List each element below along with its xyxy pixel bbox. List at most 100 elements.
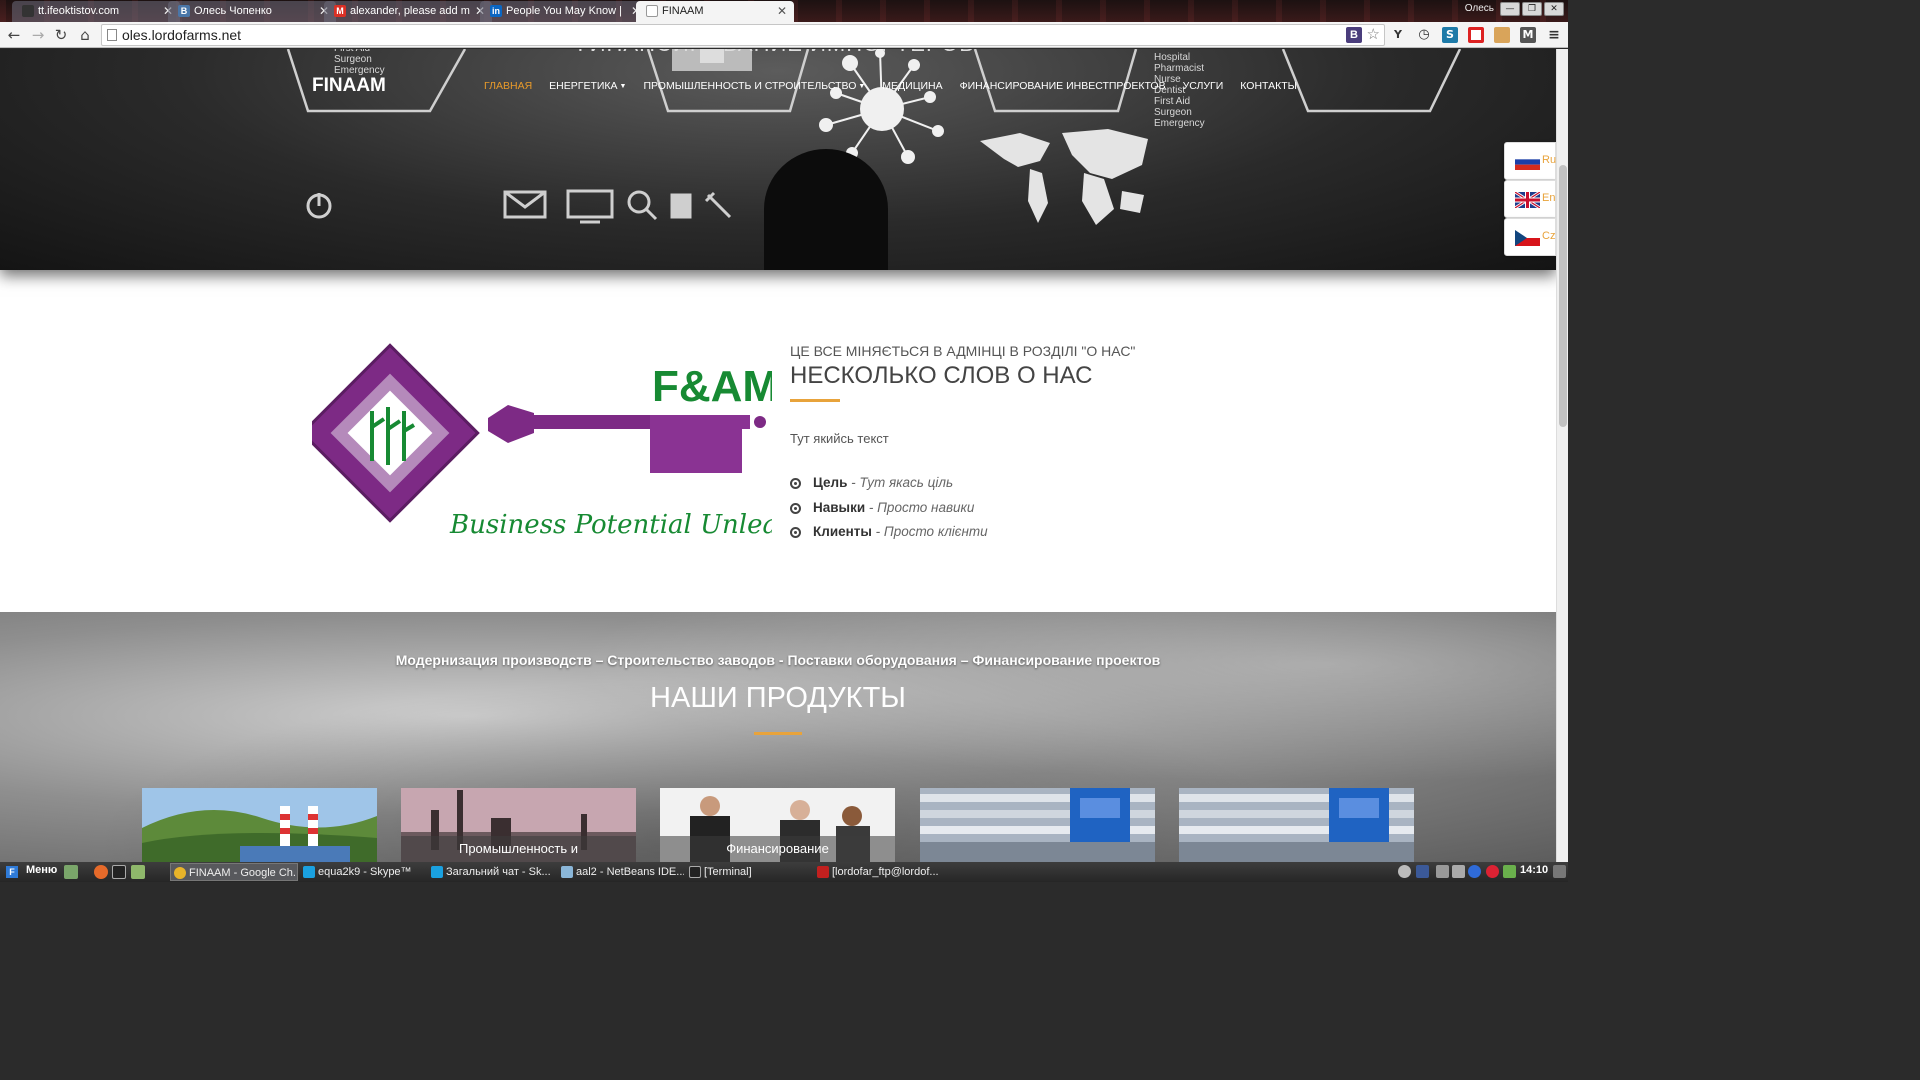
show-desktop-icon[interactable] [64, 865, 78, 879]
menu-item-medicine[interactable]: МЕДИЦИНА [882, 80, 942, 92]
site-icon [22, 5, 34, 17]
item-text: - Тут якась ціль [847, 475, 954, 490]
about-text: Тут якийсь текст [790, 431, 889, 446]
page-icon [107, 29, 117, 41]
keyboard-layout-flag-icon[interactable] [1416, 865, 1429, 878]
close-icon[interactable]: ✕ [777, 1, 787, 21]
bookmark-extension-icon[interactable]: B [1346, 27, 1362, 43]
browser-tab[interactable]: BОлесь Чопенко✕ [168, 1, 336, 22]
task-skype-chat[interactable]: Загальний чат - Sk... [428, 863, 556, 881]
start-menu-button[interactable]: F Меню [6, 864, 57, 878]
product-card[interactable] [1179, 788, 1414, 862]
tab-title: People You May Know | [506, 5, 622, 17]
forward-icon[interactable]: → [28, 25, 48, 45]
shield-icon[interactable] [1503, 865, 1516, 878]
task-label: [lordofar_ftp@lordof... [832, 866, 939, 878]
files-icon[interactable] [131, 865, 145, 879]
address-bar[interactable]: oles.lordofarms.net B ☆ [101, 24, 1385, 46]
yandex-icon[interactable]: Y [1390, 27, 1406, 43]
item-text: - Просто навики [865, 499, 975, 515]
network-icon[interactable] [1436, 865, 1449, 878]
skype-icon[interactable]: S [1442, 27, 1458, 43]
list-item: Клиенты - Просто клієнти [790, 524, 988, 549]
firefox-icon[interactable] [94, 865, 108, 879]
task-netbeans[interactable]: aal2 - NetBeans IDE... [558, 863, 684, 881]
task-label: FINAAM - Google Ch... [189, 867, 298, 879]
user-icon[interactable] [1398, 865, 1411, 878]
clock-icon[interactable]: ◷ [1416, 27, 1432, 43]
menu-label: КОНТАКТЫ [1240, 80, 1297, 92]
site-logo[interactable]: FINAAM [312, 75, 386, 97]
update-icon[interactable] [1486, 865, 1499, 878]
browser-tab[interactable]: tt.ifeoktistov.com✕ [12, 1, 180, 22]
terminal-icon[interactable] [112, 865, 126, 879]
bullet-icon [790, 527, 801, 538]
gmail-icon: M [334, 5, 346, 17]
home-icon[interactable]: ⌂ [75, 25, 95, 45]
vk-icon: B [178, 5, 190, 17]
volume-icon[interactable] [1452, 865, 1465, 878]
caret-down-icon: ▼ [619, 82, 627, 90]
language-cz[interactable]: Cze [1504, 218, 1556, 256]
factory-pipes-image [920, 788, 1155, 862]
restore-icon[interactable]: ❐ [1522, 2, 1542, 16]
menu-item-home[interactable]: ГЛАВНАЯ [484, 80, 532, 92]
hero-banner: ФИНАНСИРОВАНИЕ ИМПОРТЕРОВ First Aid Surg… [0, 49, 1556, 270]
close-window-icon[interactable]: ✕ [1544, 2, 1564, 16]
minimize-icon[interactable]: — [1500, 2, 1520, 16]
skype-icon [431, 866, 443, 878]
bullet-icon [790, 478, 801, 489]
task-terminal[interactable]: [Terminal] [686, 863, 812, 881]
menu-item-services[interactable]: УСЛУГИ [1183, 80, 1224, 92]
product-card[interactable]: Финансирование [660, 788, 895, 862]
menu-item-contacts[interactable]: КОНТАКТЫ [1240, 80, 1297, 92]
card-caption: Промышленность и [401, 836, 636, 862]
page-scrollbar[interactable] [1556, 49, 1568, 862]
page-icon [646, 5, 658, 17]
extension-icon[interactable] [1494, 27, 1510, 43]
back-icon[interactable]: ← [4, 25, 24, 45]
logo-tagline: Business Potential Unleashed [449, 510, 772, 538]
menu-icon[interactable]: ≡ [1546, 27, 1562, 43]
browser-tab-active[interactable]: FINAAM ✕ [636, 1, 794, 22]
power-plant-image [142, 788, 377, 862]
language-ru[interactable]: Rus [1504, 142, 1556, 180]
window-controls: — ❐ ✕ [1500, 2, 1564, 16]
task-filezilla[interactable]: [lordofar_ftp@lordof... [814, 863, 942, 881]
menu-item-energy[interactable]: ЕНЕРГЕТИКА ▼ [549, 80, 626, 92]
task-skype[interactable]: equa2k9 - Skype™ [300, 863, 428, 881]
menu-item-industry[interactable]: ПРОМЫШЛЕННОСТЬ И СТРОИТЕЛЬСТВО ▼ [643, 80, 865, 92]
os-taskbar: F Меню FINAAM - Google Ch... equa2k9 - Sk… [0, 862, 1568, 882]
browser-tab-strip: tt.ifeoktistov.com✕ BОлесь Чопенко✕ Male… [0, 0, 1568, 22]
menu-label: ПРОМЫШЛЕННОСТЬ И СТРОИТЕЛЬСТВО [643, 80, 857, 92]
product-card[interactable] [920, 788, 1155, 862]
product-card[interactable] [142, 788, 377, 862]
tab-title: Олесь Чопенко [194, 5, 272, 17]
mailbox-icon[interactable]: M [1520, 27, 1536, 43]
hero-decor-text: First Aid Surgeon Emergency [334, 49, 385, 76]
notification-icon[interactable] [1553, 865, 1566, 878]
browser-tab[interactable]: inPeople You May Know |✕ [480, 1, 648, 22]
window-user[interactable]: Олесь [1465, 3, 1494, 14]
tab-title: tt.ifeoktistov.com [38, 5, 120, 17]
star-icon[interactable]: ☆ [1367, 25, 1380, 45]
reload-icon[interactable]: ↻ [51, 25, 71, 45]
product-card[interactable]: Промышленность и [401, 788, 636, 862]
about-title: НЕСКОЛЬКО СЛОВ О НАС [790, 362, 1093, 389]
browser-toolbar: ← → ↻ ⌂ oles.lordofarms.net B ☆ Y ◷ S M … [0, 22, 1568, 48]
chrome-tray-icon[interactable] [1468, 865, 1481, 878]
menu-item-investment[interactable]: ФИНАНСИРОВАНИЕ ИНВЕСТПРОЕКТОВ [960, 80, 1166, 92]
language-en[interactable]: Eng [1504, 180, 1556, 218]
bullet-icon [790, 502, 801, 514]
clock[interactable]: 14:10 [1520, 864, 1548, 876]
task-label: [Terminal] [704, 866, 752, 878]
opera-icon[interactable] [1468, 27, 1484, 43]
web-page: ФИНАНСИРОВАНИЕ ИМПОРТЕРОВ First Aid Surg… [0, 49, 1556, 862]
browser-tab[interactable]: Malexander, please add m✕ [324, 1, 492, 22]
menu-label: ГЛАВНАЯ [484, 80, 533, 92]
task-chrome[interactable]: FINAAM - Google Ch... [170, 863, 298, 881]
about-list: Цель - Тут якась ціль Навыки - Просто на… [790, 475, 988, 549]
skype-icon [303, 866, 315, 878]
scrollbar-thumb[interactable] [1559, 165, 1567, 427]
gb-flag-icon [1515, 192, 1540, 208]
